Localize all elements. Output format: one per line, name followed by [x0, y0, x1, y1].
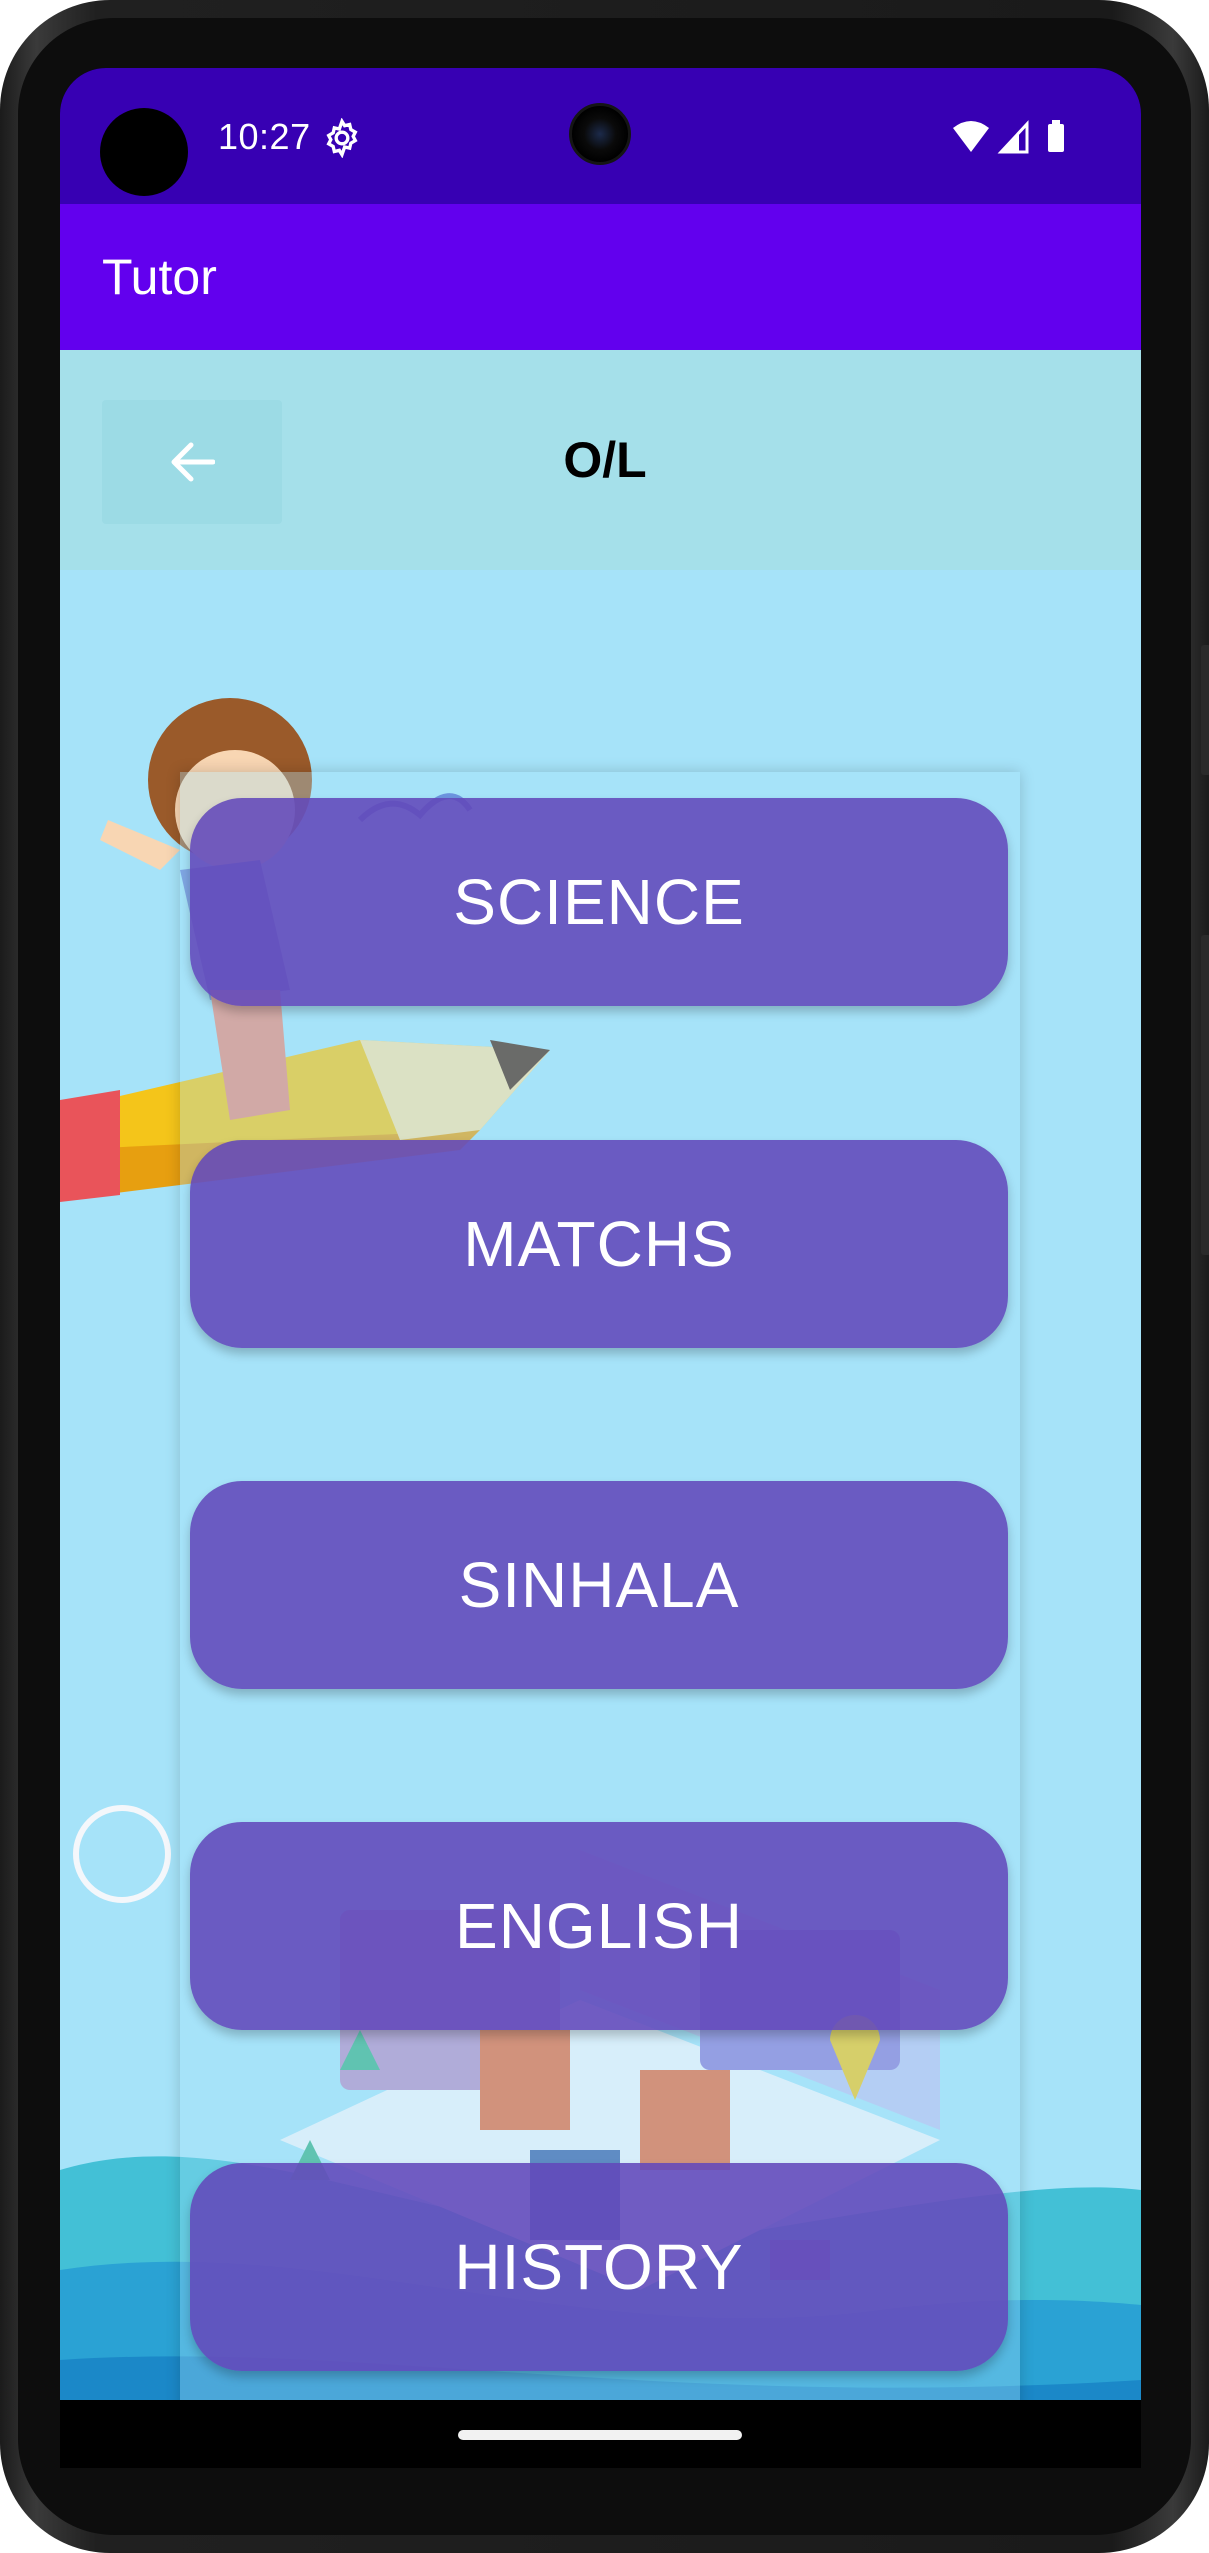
subject-button-sinhala[interactable]: SINHALA	[190, 1481, 1008, 1689]
system-status-icons	[953, 120, 1064, 154]
settings-gear-icon	[326, 118, 358, 158]
wifi-icon	[953, 121, 989, 152]
page-title: O/L	[563, 432, 647, 488]
sub-header: O/L	[60, 350, 1141, 570]
subject-button-science[interactable]: SCIENCE	[190, 798, 1008, 1006]
subject-button-history[interactable]: HISTORY	[190, 2163, 1008, 2371]
camera-cutout	[100, 108, 188, 196]
back-button[interactable]	[102, 400, 282, 524]
status-bar: 10:27	[60, 68, 1141, 204]
cellular-signal-icon	[997, 120, 1029, 154]
arrow-left-icon	[171, 442, 215, 482]
home-gesture-handle[interactable]	[458, 2430, 742, 2440]
app-title: Tutor	[102, 249, 217, 305]
battery-icon	[1048, 120, 1064, 152]
subject-button-english[interactable]: ENGLISH	[190, 1822, 1008, 2030]
device-frame: 10:27 Tutor O/L SCIENCE MATCHS SINHALA E…	[0, 0, 1209, 2553]
status-time: 10:27	[218, 116, 311, 157]
volume-button	[1201, 935, 1209, 1255]
screen: 10:27 Tutor O/L SCIENCE MATCHS SINHALA E…	[60, 68, 1141, 2468]
subject-button-maths[interactable]: MATCHS	[190, 1140, 1008, 1348]
app-bar: Tutor	[60, 204, 1141, 350]
power-button	[1201, 645, 1209, 775]
front-camera	[569, 103, 631, 165]
content-area: O/L SCIENCE MATCHS SINHALA ENGLISH HISTO…	[60, 350, 1141, 2468]
